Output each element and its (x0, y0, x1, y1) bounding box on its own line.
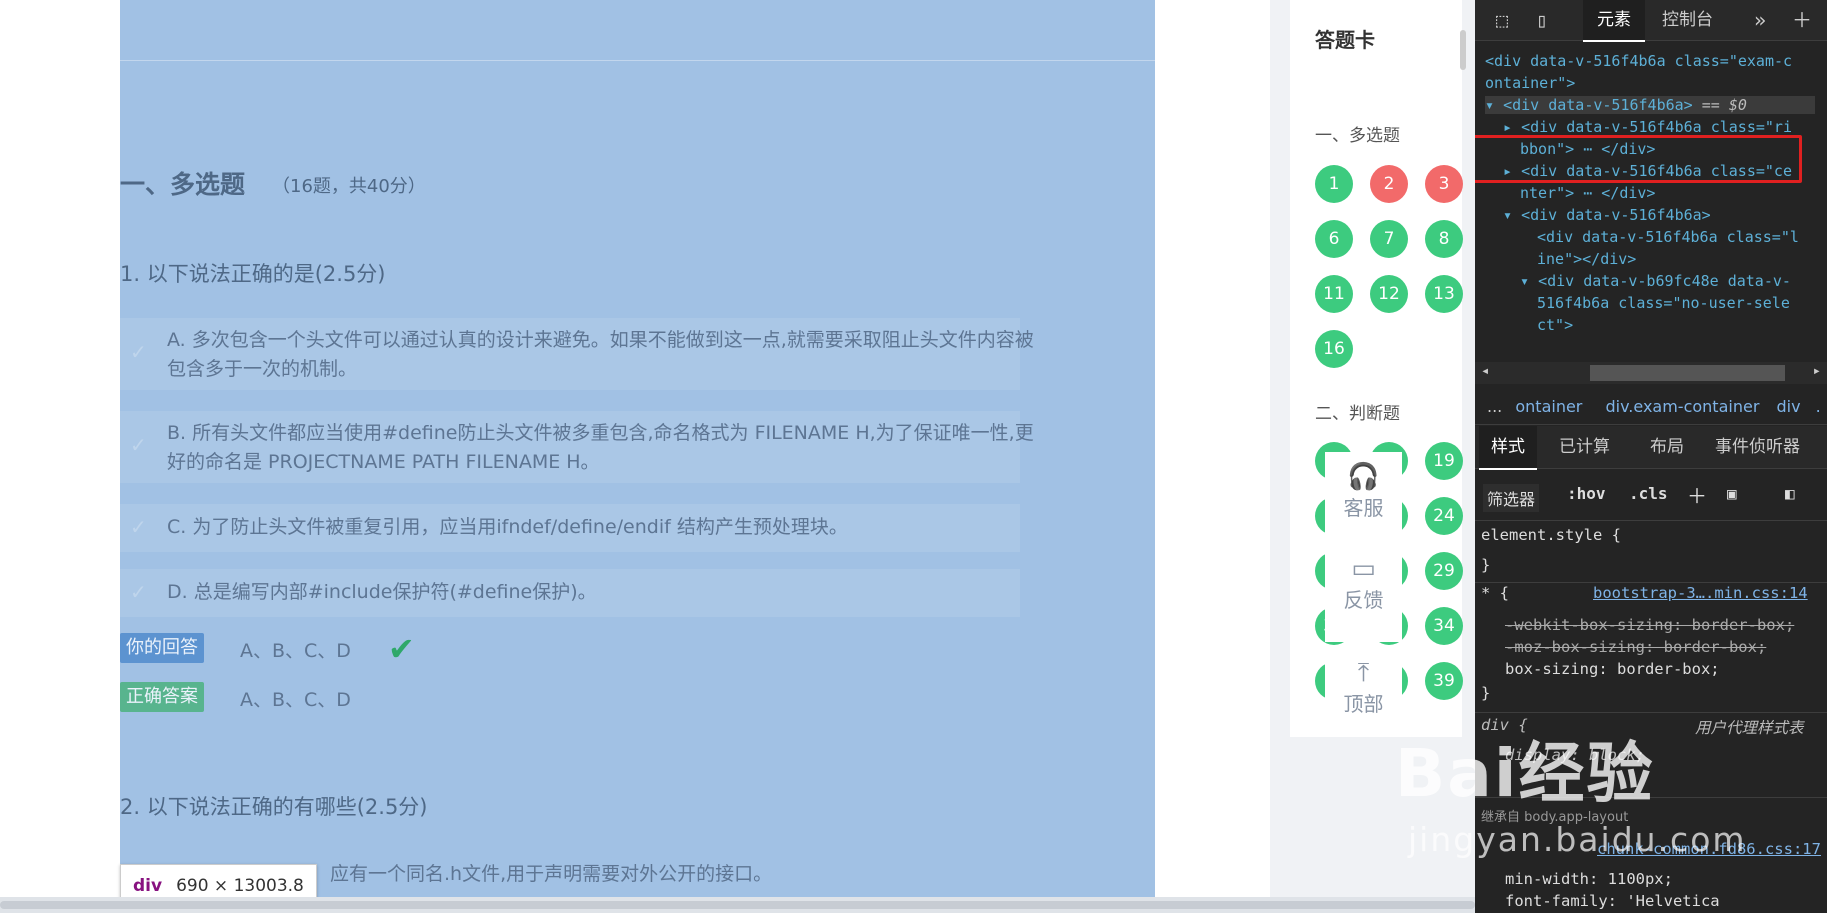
check-icon: ✓ (130, 580, 147, 604)
option-c[interactable]: ✓ C. 为了防止头文件被重复引用，应当用ifndef/define/endif… (120, 504, 1020, 552)
dom-line[interactable]: ine"></div> (1537, 250, 1636, 268)
add-icon[interactable]: ＋ (1787, 6, 1817, 34)
feedback-icon: ▭ (1351, 554, 1376, 584)
answer-number[interactable]: 19 (1425, 442, 1463, 480)
sidebar-toggle-icon[interactable]: ◧ (1785, 484, 1795, 503)
check-icon: ✓ (130, 340, 147, 364)
source-link[interactable]: bootstrap-3….min.css:14 (1593, 584, 1808, 602)
correct-check-icon: ✔ (388, 630, 415, 668)
rule-selector[interactable]: * { (1481, 584, 1509, 602)
hov-toggle[interactable]: :hov (1567, 484, 1606, 503)
card-scrollbar[interactable] (1460, 30, 1466, 70)
style-property[interactable]: min-width: 1100px; (1505, 870, 1673, 888)
dom-tree-scrollbar[interactable]: ◂ ▸ (1475, 362, 1827, 384)
option-a[interactable]: ✓ A. 多次包含一个头文件可以通过认真的设计来避免。如果不能做到这一点,就需要… (120, 318, 1034, 390)
tab-event-listeners[interactable]: 事件侦听器 (1703, 426, 1812, 468)
your-answer-badge: 你的回答 (120, 633, 204, 663)
dom-line[interactable]: nter"> ⋯ </div> (1520, 184, 1655, 202)
dom-line[interactable]: ontainer"> (1485, 74, 1575, 92)
tooltip-tag: div (133, 876, 163, 896)
ua-stylesheet-label: 用户代理样式表 (1695, 719, 1804, 737)
tab-console[interactable]: 控制台 (1648, 0, 1727, 40)
annotation-box (1475, 135, 1802, 183)
horizontal-scrollbar[interactable] (0, 897, 1475, 913)
tab-elements[interactable]: 元素 (1583, 0, 1645, 42)
rule-selector[interactable]: element.style { (1481, 526, 1621, 544)
style-property[interactable]: font-family: 'Helvetica (1505, 892, 1720, 910)
answer-number[interactable]: 6 (1315, 220, 1353, 258)
feedback-button[interactable]: ▭ 反馈 (1325, 544, 1402, 642)
question-title: 1. 以下说法正确的是(2.5分) (120, 262, 386, 286)
breadcrumb: ... ontainer div.exam-container div . (1475, 390, 1827, 425)
your-answer-value: A、B、C、D (240, 640, 351, 662)
answer-number[interactable]: 34 (1425, 607, 1463, 645)
answer-number[interactable]: 8 (1425, 220, 1463, 258)
dom-line-selected[interactable]: ▾ <div data-v-516f4b6a> == $0 (1485, 96, 1815, 114)
option-d[interactable]: ✓ D. 总是编写内部#include保护符(#define保护)。 (120, 569, 1020, 617)
style-property[interactable]: -webkit-box-sizing: border-box; (1505, 616, 1794, 634)
answer-number[interactable]: 39 (1425, 662, 1463, 700)
check-icon: ✓ (130, 433, 147, 457)
device-icon[interactable]: ▯ (1527, 6, 1557, 34)
exam-content: 一、多选题 （16题，共40分） 1. 以下说法正确的是(2.5分) ✓ A. … (120, 0, 1155, 913)
section-meta: （16题，共40分） (272, 176, 426, 197)
arrow-up-icon: ⤒ (1357, 658, 1370, 688)
check-icon: ✓ (130, 515, 147, 539)
answer-card-title: 答题卡 (1315, 28, 1375, 52)
watermark-logo: Bai经验 (1395, 735, 1655, 812)
dom-line[interactable]: <div data-v-516f4b6a class="l (1537, 228, 1799, 246)
rule-close: } (1481, 684, 1491, 702)
back-to-top-button[interactable]: ⤒ 顶部 (1325, 648, 1402, 730)
dom-line[interactable]: <div data-v-516f4b6a class="exam-c (1485, 52, 1792, 70)
answer-number[interactable]: 3 (1425, 165, 1463, 203)
dom-line[interactable]: ▾ <div data-v-b69fc48e data-v- (1520, 272, 1791, 290)
answer-number[interactable]: 7 (1370, 220, 1408, 258)
styles-tabs: 样式 已计算 布局 事件侦听器 (1475, 426, 1827, 470)
option-b[interactable]: ✓ B. 所有头文件都应当使用#define防止头文件被多重包含,命名格式为 F… (120, 411, 1034, 483)
rule-close: } (1481, 556, 1491, 574)
answer-number[interactable]: 24 (1425, 497, 1463, 535)
dom-line[interactable]: ct"> (1537, 316, 1573, 334)
tab-styles[interactable]: 样式 (1479, 426, 1537, 470)
correct-answer-value: A、B、C、D (240, 689, 351, 711)
answer-number[interactable]: 12 (1370, 275, 1408, 313)
tab-computed[interactable]: 已计算 (1547, 426, 1622, 468)
answer-number[interactable]: 11 (1315, 275, 1353, 313)
tab-layout[interactable]: 布局 (1638, 426, 1696, 468)
dom-line[interactable]: 516f4b6a class="no-user-sele (1537, 294, 1790, 312)
cls-toggle[interactable]: .cls (1629, 484, 1668, 503)
add-rule-icon[interactable]: ＋ (1687, 480, 1707, 509)
watermark-url: jingyan.baidu.com (1408, 820, 1747, 859)
answer-number[interactable]: 13 (1425, 275, 1463, 313)
dom-line[interactable]: ▾ <div data-v-516f4b6a> (1503, 206, 1711, 224)
section-title: 一、多选题 (120, 170, 246, 199)
tooltip-size: 690 × 13003.8 (176, 876, 304, 896)
inspect-icon[interactable]: ⬚ (1487, 6, 1517, 34)
correct-answer-badge: 正确答案 (120, 682, 204, 712)
answer-number[interactable]: 2 (1370, 165, 1408, 203)
filter-input[interactable]: 筛选器 (1483, 484, 1540, 512)
paint-icon[interactable]: ▣ (1727, 484, 1737, 503)
headset-icon: 🎧 (1347, 462, 1380, 492)
style-property[interactable]: -moz-box-sizing: border-box; (1505, 638, 1766, 656)
answer-number[interactable]: 1 (1315, 165, 1353, 203)
answer-number[interactable]: 29 (1425, 552, 1463, 590)
more-tabs-icon[interactable]: » (1745, 6, 1775, 34)
divider (120, 60, 1155, 61)
style-property[interactable]: box-sizing: border-box; (1505, 660, 1720, 678)
styles-filter-row: 筛选器 :hov .cls ＋ ▣ ◧ (1475, 470, 1827, 521)
question-title: 2. 以下说法正确的有哪些(2.5分) (120, 795, 428, 819)
exam-page: 一、多选题 （16题，共40分） 1. 以下说法正确的是(2.5分) ✓ A. … (0, 0, 1475, 913)
card-section-title: 二、判断题 (1315, 404, 1400, 424)
card-section-title: 一、多选题 (1315, 126, 1400, 146)
answer-number[interactable]: 16 (1315, 330, 1353, 368)
devtools-toolbar: ⬚ ▯ 元素 控制台 » ＋ (1475, 0, 1827, 42)
dom-line[interactable]: ▸ <div data-v-516f4b6a class="ri (1503, 118, 1792, 136)
